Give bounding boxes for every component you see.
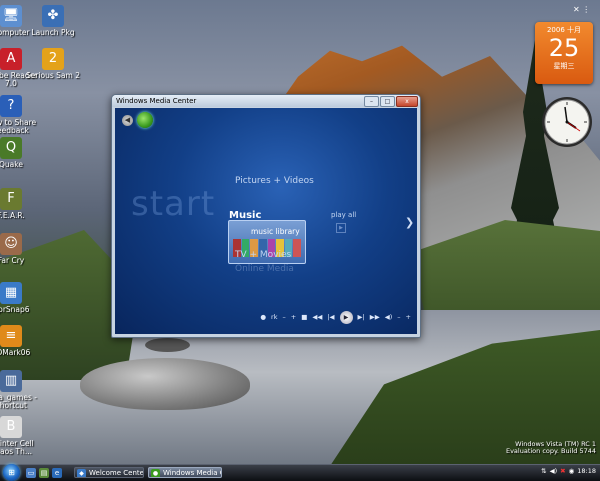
window-title: Windows Media Center bbox=[116, 97, 197, 105]
computer-icon: 🖥 bbox=[0, 5, 22, 27]
tray-clock[interactable]: 18:18 bbox=[577, 467, 596, 475]
wallpaper-rock bbox=[80, 358, 250, 410]
hypersnap-icon: ▦ bbox=[0, 282, 22, 304]
show-desktop-icon[interactable]: ▭ bbox=[26, 468, 36, 478]
desktop-icon-label: F.E.A.R. bbox=[0, 211, 25, 220]
switch-windows-icon[interactable]: ▤ bbox=[39, 468, 49, 478]
window-controls: – □ x bbox=[364, 96, 418, 107]
wallpaper-small-rock bbox=[145, 338, 190, 352]
desktop-icon-label: Serious Sam 2 bbox=[26, 71, 80, 80]
volume-icon[interactable]: ◀) bbox=[550, 467, 558, 475]
task-welcome-center[interactable]: ◆ Welcome Center bbox=[74, 467, 144, 478]
splinter-cell-icon: B bbox=[0, 416, 22, 438]
volume-down-small[interactable]: – bbox=[282, 313, 285, 321]
3dmark-icon: ≡ bbox=[0, 325, 22, 347]
3dmark-shortcut[interactable]: ≡3DMark06 bbox=[0, 325, 42, 357]
help-icon: ? bbox=[0, 95, 22, 117]
menu-online-media[interactable]: Online Media bbox=[235, 264, 294, 274]
clock-gadget[interactable] bbox=[540, 95, 594, 149]
gadget-close-icon[interactable]: ✕ ⋮ bbox=[573, 5, 591, 15]
menu-pictures-videos[interactable]: Pictures + Videos bbox=[235, 176, 314, 186]
desktop-icon-label: Launch Pkg bbox=[31, 28, 75, 37]
media-center-logo-icon[interactable] bbox=[137, 112, 153, 128]
calendar-gadget[interactable]: 2006 十月 25 星期三 bbox=[535, 22, 593, 84]
volume-down-button[interactable]: – bbox=[397, 313, 400, 321]
play-button[interactable]: ▶ bbox=[339, 310, 353, 324]
maximize-button[interactable]: □ bbox=[380, 96, 395, 107]
task-label: Welcome Center bbox=[89, 469, 144, 477]
menu-tv-movies[interactable]: TV + Movies bbox=[235, 250, 291, 260]
play-all-button[interactable]: play all bbox=[331, 211, 356, 219]
start-label: start bbox=[131, 184, 216, 224]
volume-up-small[interactable]: + bbox=[291, 313, 296, 321]
adobe-reader-icon: A bbox=[0, 48, 22, 70]
calendar-day: 25 bbox=[548, 34, 580, 62]
desktop-icon-label: Quake bbox=[0, 160, 23, 169]
splinter-cell-shortcut[interactable]: BSplinter Cell Chaos Th... bbox=[0, 416, 42, 456]
fear-icon: F bbox=[0, 188, 22, 210]
evaluation-watermark: Windows Vista (TM) RC 1 Evaluation copy.… bbox=[506, 441, 596, 455]
taskbar: ⊞ ▭ ▤ e ◆ Welcome Center ● Windows Media… bbox=[0, 464, 600, 481]
serious-sam-shortcut[interactable]: 2 Serious Sam 2 bbox=[22, 48, 84, 80]
start-button[interactable]: ⊞ bbox=[3, 464, 20, 481]
desktop-icon-label: How to Share Feedback bbox=[0, 118, 37, 135]
vista-games-shortcut-icon: ▥ bbox=[0, 370, 22, 392]
media-center-task-icon: ● bbox=[151, 469, 160, 477]
minimize-button[interactable]: – bbox=[364, 96, 379, 107]
play-icon[interactable]: ▶ bbox=[336, 223, 346, 233]
calendar-weekday: 星期三 bbox=[553, 62, 575, 70]
network-icon[interactable]: ⇅ bbox=[541, 467, 546, 475]
internet-explorer-icon[interactable]: e bbox=[52, 468, 62, 478]
media-center-titlebar[interactable]: Windows Media Center – □ x bbox=[112, 95, 420, 107]
welcome-center-icon: ◆ bbox=[77, 469, 86, 477]
transport-controls: ● rk – + ■ ◀◀ |◀ ▶ ▶| ▶▶ ◀) – + bbox=[115, 308, 417, 326]
fast-forward-button[interactable]: ▶▶ bbox=[370, 313, 380, 321]
far-cry-shortcut[interactable]: ☺ Far Cry bbox=[0, 233, 42, 265]
task-windows-media-center[interactable]: ● Windows Media Ce... bbox=[148, 467, 222, 478]
scroll-right-arrow-icon[interactable]: ❯ bbox=[405, 216, 414, 229]
desktop-icon-label: 3DMark06 bbox=[0, 348, 31, 357]
language-icon[interactable]: ◉ bbox=[569, 467, 575, 475]
desktop-icon-label: HprSnap6 bbox=[0, 305, 30, 314]
vista-games-shortcut-shortcut[interactable]: ▥vista_games - Shortcut bbox=[0, 370, 42, 410]
media-center-start-screen: ◀ start Pictures + Videos Music music li… bbox=[115, 108, 417, 334]
security-alert-icon[interactable]: ✖ bbox=[560, 467, 565, 475]
music-library-label: music library bbox=[251, 227, 300, 236]
stop-button[interactable]: ■ bbox=[301, 313, 307, 321]
skip-back-label[interactable]: rk bbox=[271, 313, 277, 321]
launch-pkg-icon: ✤ bbox=[42, 5, 64, 27]
far-cry-icon: ☺ bbox=[0, 233, 22, 255]
close-button[interactable]: x bbox=[396, 96, 418, 107]
rewind-button[interactable]: ◀◀ bbox=[312, 313, 322, 321]
hypersnap-shortcut[interactable]: ▦HprSnap6 bbox=[0, 282, 42, 314]
desktop-icon-label: vista_games - Shortcut bbox=[0, 393, 37, 410]
quake-icon: Q bbox=[0, 137, 22, 159]
media-center-window[interactable]: Windows Media Center – □ x ◀ start Pictu… bbox=[111, 94, 421, 338]
record-indicator[interactable]: ● bbox=[260, 313, 266, 321]
quake-shortcut[interactable]: Q Quake bbox=[0, 137, 42, 169]
desktop-icon-label: Far Cry bbox=[0, 256, 25, 265]
watermark-line-2: Evaluation copy. Build 5744 bbox=[505, 447, 596, 455]
launch-pkg-shortcut[interactable]: ✤ Launch Pkg bbox=[22, 5, 84, 37]
previous-button[interactable]: |◀ bbox=[327, 313, 334, 321]
desktop-icon-label: Splinter Cell Chaos Th... bbox=[0, 439, 34, 456]
quick-launch: ▭ ▤ e bbox=[26, 468, 62, 478]
volume-up-button[interactable]: + bbox=[406, 313, 411, 321]
back-button[interactable]: ◀ bbox=[122, 115, 133, 126]
task-label: Windows Media Ce... bbox=[163, 469, 221, 477]
serious-sam-icon: 2 bbox=[42, 48, 64, 70]
help-shortcut[interactable]: ?How to Share Feedback bbox=[0, 95, 42, 135]
mute-button[interactable]: ◀) bbox=[385, 313, 393, 321]
fear-shortcut[interactable]: F F.E.A.R. bbox=[0, 188, 42, 220]
system-tray: ⇅ ◀) ✖ ◉ 18:18 bbox=[541, 467, 596, 475]
next-button[interactable]: ▶| bbox=[358, 313, 365, 321]
